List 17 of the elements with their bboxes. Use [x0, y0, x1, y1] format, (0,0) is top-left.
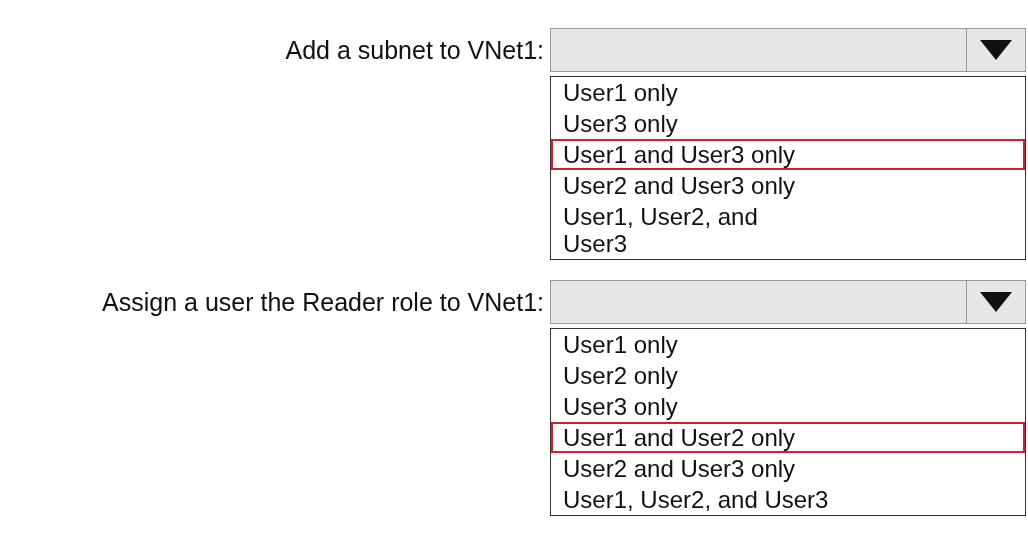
question-label: Add a subnet to VNet1: — [284, 35, 545, 65]
dropdown-arrow-icon — [979, 291, 1013, 313]
dropdown-option[interactable]: User1 and User3 only — [551, 139, 1025, 170]
dropdown-option[interactable]: User1 only — [551, 77, 1025, 108]
question-label: Assign a user the Reader role to VNet1: — [101, 287, 545, 317]
answer-dropdown[interactable] — [550, 28, 1026, 72]
dropdown-option[interactable]: User2 and User3 only — [551, 170, 1025, 201]
dropdown-option[interactable]: User3 only — [551, 391, 1025, 422]
dropdown-option[interactable]: User2 and User3 only — [551, 453, 1025, 484]
dropdown-option[interactable]: User3 only — [551, 108, 1025, 139]
dropdown-option[interactable]: User2 only — [551, 360, 1025, 391]
answer-dropdown[interactable] — [550, 280, 1026, 324]
dropdown-option[interactable]: User1 only — [551, 329, 1025, 360]
dropdown-option[interactable]: User1 and User2 only — [551, 422, 1025, 453]
dropdown-option[interactable]: User1, User2, and User3 — [551, 484, 1025, 515]
dropdown-option[interactable]: User1, User2, and User3 — [551, 201, 1025, 259]
dropdown-arrow-icon — [979, 39, 1013, 61]
